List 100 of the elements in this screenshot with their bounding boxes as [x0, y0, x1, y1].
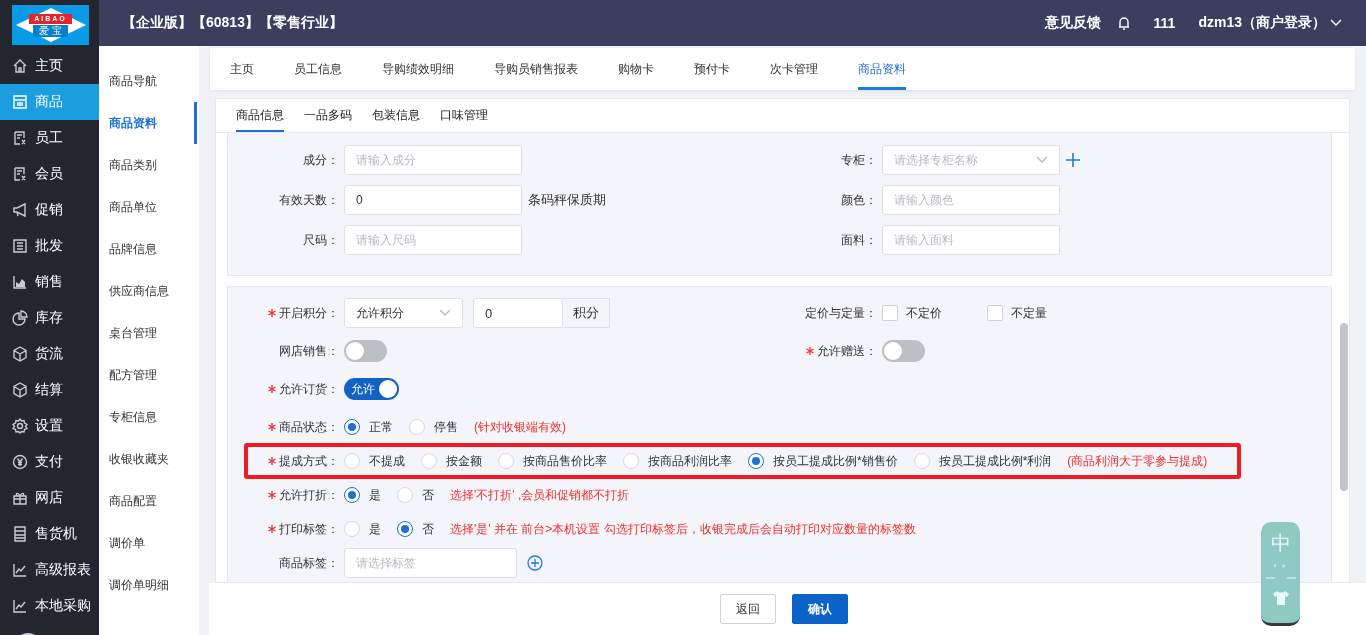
menu-item[interactable]: 商品配置 — [99, 480, 197, 522]
field-label: 打印标签： — [279, 520, 339, 538]
menu-item[interactable]: 调价单 — [99, 522, 197, 564]
sidebar-item[interactable]: 售货机 — [0, 516, 99, 552]
house-icon — [12, 58, 28, 74]
option-label: 按员工提成比例*销售价 — [773, 452, 898, 470]
warning-note: 选择'不打折' ,会员和促销都不打折 — [450, 486, 630, 504]
select-field[interactable]: 请选择标签 — [344, 548, 517, 578]
tab[interactable]: 包装信息 — [372, 99, 420, 132]
sidebar-item[interactable]: 支付 — [0, 444, 99, 480]
menu-item[interactable]: 桌台管理 — [99, 312, 197, 354]
field-label: 允许订货： — [279, 380, 339, 398]
menu-item[interactable]: 供应商信息 — [99, 270, 197, 312]
toggle-switch[interactable]: 允许 — [344, 378, 399, 400]
sidebar-item[interactable]: 会员 — [0, 156, 99, 192]
input-field[interactable]: 0 — [344, 185, 522, 215]
field-label: 网店销售： — [279, 342, 339, 360]
field-label: 商品状态： — [279, 418, 339, 436]
feedback-link[interactable]: 意见反馈 — [1044, 14, 1101, 32]
sidebar-item[interactable]: 主页 — [0, 48, 99, 84]
select-field[interactable]: 允许积分 — [344, 298, 463, 328]
sidebar-item[interactable]: 设置 — [0, 408, 99, 444]
chevron-down-icon — [1036, 156, 1048, 164]
checkbox[interactable] — [882, 305, 898, 321]
radio-button[interactable] — [748, 453, 764, 469]
menu-item[interactable]: 品牌信息 — [99, 228, 197, 270]
field-label: 面料： — [841, 231, 877, 249]
field-label: 允许赠送： — [817, 342, 877, 360]
cube-icon — [12, 346, 28, 362]
menu-item[interactable]: 商品类别 — [99, 144, 197, 186]
menu-item[interactable]: 商品资料 — [99, 102, 197, 144]
bell-icon — [1116, 15, 1131, 31]
chevron-down-icon — [439, 309, 451, 317]
id-card-icon — [12, 166, 28, 182]
radio-button[interactable] — [344, 487, 360, 503]
gear-icon — [12, 418, 28, 434]
menu-item[interactable]: 商品导航 — [99, 60, 197, 102]
cube-icon — [12, 382, 28, 398]
user-menu[interactable]: dzm13（商户登录） — [1198, 14, 1326, 32]
field-label: 有效天数： — [279, 191, 339, 209]
tab[interactable]: 一品多码 — [304, 99, 352, 132]
field-label: 定价与定量： — [805, 304, 877, 322]
input-field[interactable]: 请输入颜色 — [882, 185, 1060, 215]
option-label: 不定价 — [906, 304, 942, 322]
toggle-switch[interactable] — [344, 340, 387, 362]
shirt-icon — [1271, 590, 1290, 606]
option-label: 按金额 — [446, 452, 482, 470]
id-card-icon — [12, 130, 28, 146]
sidebar-item[interactable]: 本地采购 — [0, 588, 99, 624]
input-field[interactable]: 请输入面料 — [882, 225, 1060, 255]
tab[interactable]: 主页 — [230, 48, 254, 90]
add-circle-icon — [527, 555, 543, 571]
pie-chart-icon — [12, 310, 28, 326]
menu-item[interactable]: 收银收藏夹 — [99, 438, 197, 480]
input-field[interactable]: 0 — [473, 298, 563, 328]
sidebar-item[interactable]: 销售 — [0, 264, 99, 300]
confirm-button[interactable]: 确认 — [791, 594, 848, 624]
storefront-icon — [12, 94, 28, 110]
option-label: 正常 — [369, 418, 393, 436]
warning-note: 选择'是' 并在 前台>本机设置 勾选打印标签后，收银完成后会自动打印对应数量的标签数 — [450, 520, 916, 538]
sidebar-item[interactable]: 结算 — [0, 372, 99, 408]
tab[interactable]: 导购绩效明细 — [382, 48, 454, 90]
tab[interactable]: 预付卡 — [694, 48, 730, 90]
sidebar-item[interactable]: 网店 — [0, 480, 99, 516]
field-label: 成分： — [303, 151, 339, 169]
input-field[interactable]: 请输入成分 — [344, 145, 522, 175]
list-icon — [12, 238, 28, 254]
tab[interactable]: 次卡管理 — [770, 48, 818, 90]
radio-button[interactable] — [344, 419, 360, 435]
field-label: 专柜： — [841, 151, 877, 169]
line-chart-icon — [12, 562, 28, 578]
tab[interactable]: 购物卡 — [618, 48, 654, 90]
tab[interactable]: 商品资料 — [858, 48, 906, 90]
field-label: 尺码： — [303, 231, 339, 249]
sidebar-item[interactable]: 高级报表 — [0, 552, 99, 588]
sidebar-item[interactable]: 批发 — [0, 228, 99, 264]
menu-item[interactable]: 配方管理 — [99, 354, 197, 396]
caret-icon — [1330, 19, 1342, 27]
tab[interactable]: 导购员销售报表 — [494, 48, 578, 90]
warning-note: (商品利润大于零参与提成) — [1067, 452, 1208, 470]
page-title: 【企业版】【60813】【零售行业】 — [122, 14, 343, 32]
sidebar-item[interactable]: 促销 — [0, 192, 99, 228]
sidebar-item[interactable]: 库存 — [0, 300, 99, 336]
toggle-switch[interactable] — [882, 340, 925, 362]
menu-item[interactable]: 商品单位 — [99, 186, 197, 228]
sidebar-item[interactable]: 货流 — [0, 336, 99, 372]
menu-item[interactable]: 专柜信息 — [99, 396, 197, 438]
checkbox[interactable] — [987, 305, 1003, 321]
sidebar-item[interactable]: 员工 — [0, 120, 99, 156]
menu-item[interactable]: 调价单明细 — [99, 564, 197, 606]
radio-button[interactable] — [397, 521, 413, 537]
field-label: 允许打折： — [279, 486, 339, 504]
option-label: 不定量 — [1011, 304, 1047, 322]
tab[interactable]: 口味管理 — [440, 99, 488, 132]
tab[interactable]: 员工信息 — [294, 48, 342, 90]
field-label: 商品标签： — [279, 554, 339, 572]
field-label: 颜色： — [841, 191, 877, 209]
input-field[interactable]: 请输入尺码 — [344, 225, 522, 255]
back-button[interactable]: 返回 — [719, 594, 776, 624]
coin-icon — [12, 454, 28, 470]
